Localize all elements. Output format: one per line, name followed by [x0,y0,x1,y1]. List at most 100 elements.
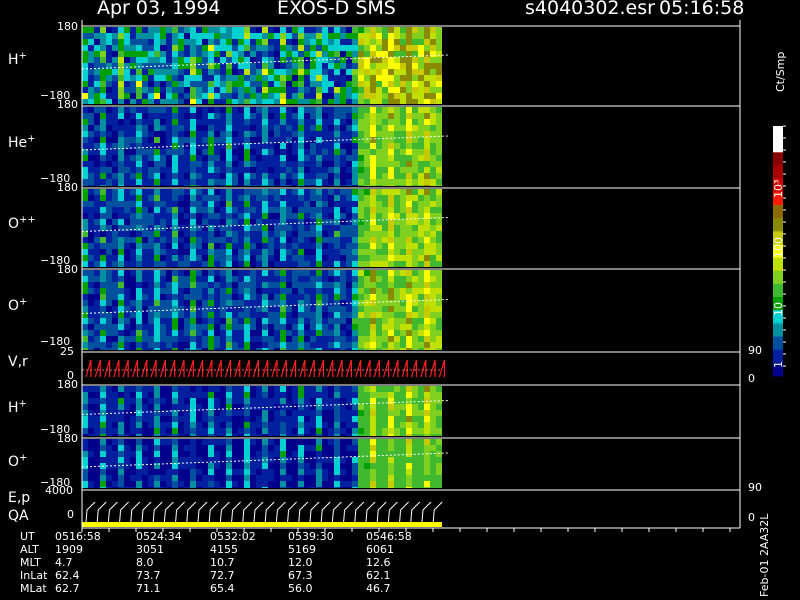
heatmap-cell [316,318,322,324]
heatmap-cell [346,219,352,225]
heatmap-cell [208,225,214,231]
heatmap-cell [124,457,130,463]
heatmap-cell [220,93,226,99]
heatmap-cell [112,33,118,39]
heatmap-cell [136,33,142,39]
heatmap-cell [268,416,274,422]
heatmap-cell [286,125,292,131]
heatmap-cell [250,404,256,410]
heatmap-cell [358,428,364,434]
heatmap-cell [256,475,262,481]
heatmap-cell [82,113,88,119]
heatmap-cell [388,270,394,276]
heatmap-cell [352,189,358,195]
heatmap-cell [262,87,268,93]
heatmap-cell [166,336,172,342]
heatmap-cell [436,161,442,167]
heatmap-cell [376,416,382,422]
heatmap-cell [316,342,322,348]
heatmap-cell [382,386,388,392]
heatmap-cell [322,155,328,161]
heatmap-cell [244,125,250,131]
heatmap-cell [400,87,406,93]
heatmap-cell [136,475,142,481]
heatmap-cell [232,185,238,186]
heatmap-cell [310,137,316,143]
heatmap-cell [346,213,352,219]
heatmap-cell [172,87,178,93]
heatmap-cell [250,416,256,422]
heatmap-cell [226,392,232,398]
heatmap-cell [328,113,334,119]
heatmap-cell [310,469,316,475]
heatmap-cell [214,487,220,488]
heatmap-cell [142,57,148,63]
heatmap-cell [124,469,130,475]
heatmap-cell [226,207,232,213]
heatmap-cell [298,107,304,113]
heatmap-cell [418,282,424,288]
heatmap-cell [358,93,364,99]
heatmap-cell [184,219,190,225]
orbit-row-value: 8.0 [136,556,154,569]
heatmap-cell [394,457,400,463]
heatmap-cell [340,237,346,243]
heatmap-cell [322,416,328,422]
heatmap-cell [376,137,382,143]
heatmap-cell [334,439,340,445]
heatmap-cell [196,300,202,306]
heatmap-cell [88,189,94,195]
heatmap-cell [346,119,352,125]
heatmap-cell [178,469,184,475]
heatmap-cell [88,213,94,219]
heatmap-cell [340,33,346,39]
orbit-row-value: 46.7 [366,582,391,595]
heatmap-cell [142,487,148,488]
heatmap-cell [304,207,310,213]
heatmap-cell [202,249,208,255]
heatmap-cell [232,469,238,475]
heatmap-cell [328,189,334,195]
heatmap-cell [202,185,208,186]
heatmap-cell [238,107,244,113]
orbit-row-value: 0539:30 [288,530,334,543]
heatmap-cell [124,445,130,451]
heatmap-cell [406,99,412,104]
heatmap-cell [400,249,406,255]
heatmap-cell [340,336,346,342]
heatmap-cell [262,270,268,276]
heatmap-cell [370,282,376,288]
heatmap-cell [118,87,124,93]
heatmap-cell [346,207,352,213]
heatmap-cell [430,312,436,318]
heatmap-cell [244,404,250,410]
heatmap-cell [406,93,412,99]
heatmap-cell [430,428,436,434]
heatmap-cell [304,416,310,422]
heatmap-cell [178,195,184,201]
heatmap-cell [190,161,196,167]
heatmap-cell [130,161,136,167]
heatmap-cell [142,155,148,161]
heatmap-cell [376,404,382,410]
heatmap-cell [238,149,244,155]
heatmap-cell [154,113,160,119]
heatmap-cell [202,119,208,125]
heatmap-cell [328,57,334,63]
heatmap-cell [382,282,388,288]
heatmap-cell [382,201,388,207]
heatmap-cell [436,185,442,186]
heatmap-cell [358,324,364,330]
heatmap-cell [154,81,160,87]
heatmap-cell [208,149,214,155]
heatmap-cell [286,457,292,463]
heatmap-cell [196,113,202,119]
heatmap-cell [346,434,352,436]
heatmap-cell [418,137,424,143]
heatmap-cell [184,207,190,213]
heatmap-cell [94,155,100,161]
heatmap-cell [406,131,412,137]
heatmap-cell [286,63,292,69]
orbit-row-value: 67.3 [288,569,313,582]
heatmap-cell [244,445,250,451]
